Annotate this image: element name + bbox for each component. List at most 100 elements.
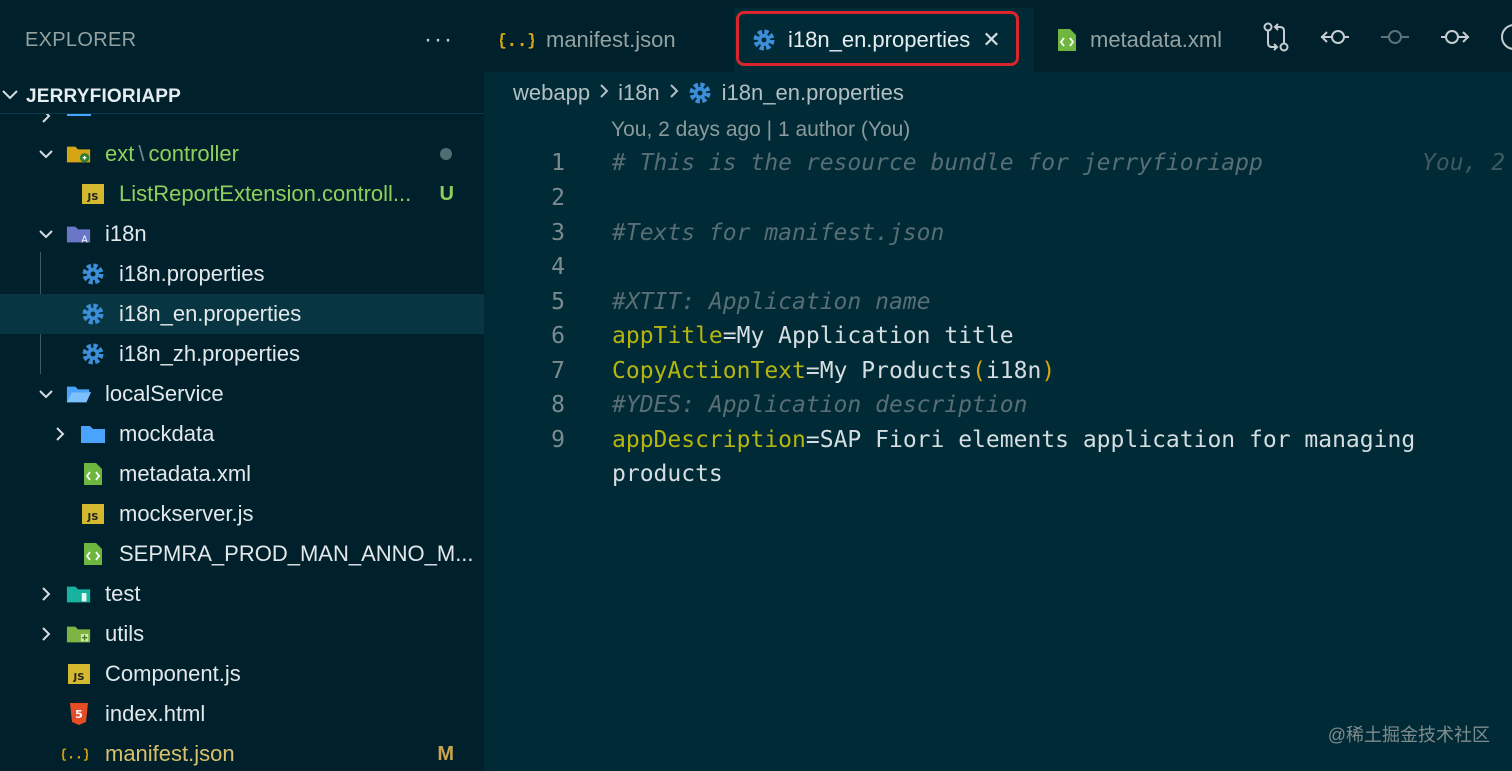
line-number: 4 xyxy=(551,254,565,280)
breadcrumb: webapp i18n i18n_en.properties xyxy=(513,78,904,108)
codelens-blame[interactable]: You, 2 days ago | 1 author (You) xyxy=(611,118,910,142)
breadcrumb-item[interactable]: webapp xyxy=(513,80,590,106)
gear-icon xyxy=(80,343,106,365)
tree-item-label: i18n_zh.properties xyxy=(119,341,301,366)
json-file-icon: {..} xyxy=(62,743,88,765)
tree-item-test[interactable]: test xyxy=(0,574,484,614)
svg-text:JS: JS xyxy=(73,672,85,683)
tab-label: i18n_en.properties xyxy=(788,27,971,52)
property-value: My Products xyxy=(819,358,973,384)
property-key: CopyActionText xyxy=(612,358,806,384)
watermark: @稀土掘金技术社区 xyxy=(1327,725,1490,745)
compare-changes-icon[interactable] xyxy=(1262,22,1290,57)
explorer-header: EXPLORER ··· xyxy=(0,0,484,80)
chevron-down-icon xyxy=(0,84,22,109)
modified-dot xyxy=(440,148,452,160)
timeline-icon[interactable] xyxy=(1500,22,1512,57)
code-line-5: #XTIT: Application name xyxy=(612,289,931,315)
previous-change-icon[interactable] xyxy=(1320,25,1350,54)
tree-item-label: test xyxy=(105,581,141,606)
tree-item-label: Component.js xyxy=(105,661,241,686)
project-section-header[interactable]: JERRYFIORIAPP xyxy=(0,80,484,114)
test-folder-icon xyxy=(66,583,92,605)
tree-item-utils[interactable]: utils xyxy=(0,614,484,654)
svg-text:{..}: {..} xyxy=(62,748,88,763)
tree-item-index-html[interactable]: 5 index.html xyxy=(0,694,484,734)
tab-label: manifest.json xyxy=(546,27,676,52)
controller-folder-icon xyxy=(66,143,92,165)
chevron-down-icon xyxy=(38,146,54,162)
property-arg: i18n xyxy=(985,358,1042,384)
line-number: 8 xyxy=(551,392,565,418)
tab-label: metadata.xml xyxy=(1090,27,1223,52)
chevron-right-icon xyxy=(598,82,610,105)
code-line-1: # This is the resource bundle for jerryf… xyxy=(612,150,1263,176)
tree-item-label: ext xyxy=(105,141,135,166)
svg-text:A: A xyxy=(81,234,88,245)
html-file-icon: 5 xyxy=(66,703,92,725)
chevron-right-icon xyxy=(668,82,680,105)
code-line-6: appTitle=My Application title xyxy=(612,323,1014,349)
js-file-icon: JS xyxy=(80,183,106,205)
modified-badge: M xyxy=(437,742,454,765)
editor-actions xyxy=(1262,22,1512,57)
inline-blame: You, 2 xyxy=(1422,150,1506,176)
tab-manifest-json[interactable]: {..} manifest.json xyxy=(500,8,734,72)
chevron-down-icon xyxy=(38,386,54,402)
tree-item-manifest-json[interactable]: {..} manifest.json M xyxy=(0,734,484,771)
property-key: appTitle xyxy=(612,323,723,349)
property-value: My Application title xyxy=(736,323,1014,349)
line-number: 2 xyxy=(551,185,565,211)
line-number: 3 xyxy=(551,220,565,246)
tree-item-mockserver-js[interactable]: JS mockserver.js xyxy=(0,494,484,534)
tree-item-listreportextension[interactable]: JS ListReportExtension.controll... U xyxy=(0,174,484,214)
breadcrumb-item[interactable]: i18n_en.properties xyxy=(722,80,904,106)
property-value: SAP Fiori elements application for manag… xyxy=(819,427,1416,453)
close-icon[interactable]: ✕ xyxy=(982,27,1000,53)
tab-metadata-xml[interactable]: metadata.xml xyxy=(1056,8,1256,72)
code-line-7: CopyActionText=My Products(i18n) xyxy=(612,358,1056,384)
xml-file-icon xyxy=(1056,28,1078,52)
gear-icon xyxy=(80,263,106,285)
tree-item-label: i18n.properties xyxy=(119,261,265,286)
tree-item-sepmra-annotations[interactable]: SEPMRA_PROD_MAN_ANNO_M... xyxy=(0,534,484,574)
chevron-right-icon xyxy=(38,586,54,602)
more-actions-icon[interactable]: ··· xyxy=(424,28,454,52)
project-name: JERRYFIORIAPP xyxy=(26,85,181,107)
gear-icon xyxy=(80,303,106,325)
code-line-9: appDescription=SAP Fiori elements applic… xyxy=(612,427,1416,453)
explorer-title: EXPLORER xyxy=(25,28,137,51)
line-number: 6 xyxy=(551,323,565,349)
gear-icon xyxy=(688,81,712,105)
tree-item-label: index.html xyxy=(105,701,206,726)
tree-item-i18n-properties[interactable]: i18n.properties xyxy=(0,254,484,294)
svg-text:JS: JS xyxy=(87,512,99,523)
next-change-icon[interactable] xyxy=(1440,25,1470,54)
tree-item-label: SEPMRA_PROD_MAN_ANNO_M... xyxy=(119,541,474,566)
svg-text:JS: JS xyxy=(87,192,99,203)
tree-item-label: ListReportExtension.controll... xyxy=(119,181,412,206)
tree-item-component-js[interactable]: JS Component.js xyxy=(0,654,484,694)
gear-icon xyxy=(752,28,776,52)
tab-i18n-en-properties[interactable]: i18n_en.properties ✕ xyxy=(734,8,1034,72)
tree-item-metadata-xml[interactable]: metadata.xml xyxy=(0,454,484,494)
tree-item-label: manifest.json xyxy=(105,741,235,766)
tree-item-i18n[interactable]: A i18n xyxy=(0,214,484,254)
breadcrumb-item[interactable]: i18n xyxy=(618,80,660,106)
tree-item-localservice[interactable]: localService xyxy=(0,374,484,414)
tree-item-label: localService xyxy=(105,381,224,406)
editor-tab-bar: {..} manifest.json i18n_en.properties ✕ … xyxy=(484,0,1512,72)
tree-item-ext-controller[interactable]: ext \ controller xyxy=(0,134,484,174)
tree-item-i18n-en-properties[interactable]: i18n_en.properties xyxy=(0,294,484,334)
line-number: 5 xyxy=(551,289,565,315)
tree-item-i18n-zh-properties[interactable]: i18n_zh.properties xyxy=(0,334,484,374)
tree-item-label: mockdata xyxy=(119,421,215,446)
i18n-folder-icon: A xyxy=(66,223,92,245)
chevron-down-icon xyxy=(38,226,54,242)
commit-icon[interactable] xyxy=(1380,25,1410,54)
svg-text:5: 5 xyxy=(75,708,83,721)
explorer-sidebar: EXPLORER ··· JERRYFIORIAPP annotations xyxy=(0,0,484,771)
tree-item-mockdata[interactable]: mockdata xyxy=(0,414,484,454)
code-line-8: #YDES: Application description xyxy=(612,392,1028,418)
tree-item-label: metadata.xml xyxy=(119,461,252,486)
